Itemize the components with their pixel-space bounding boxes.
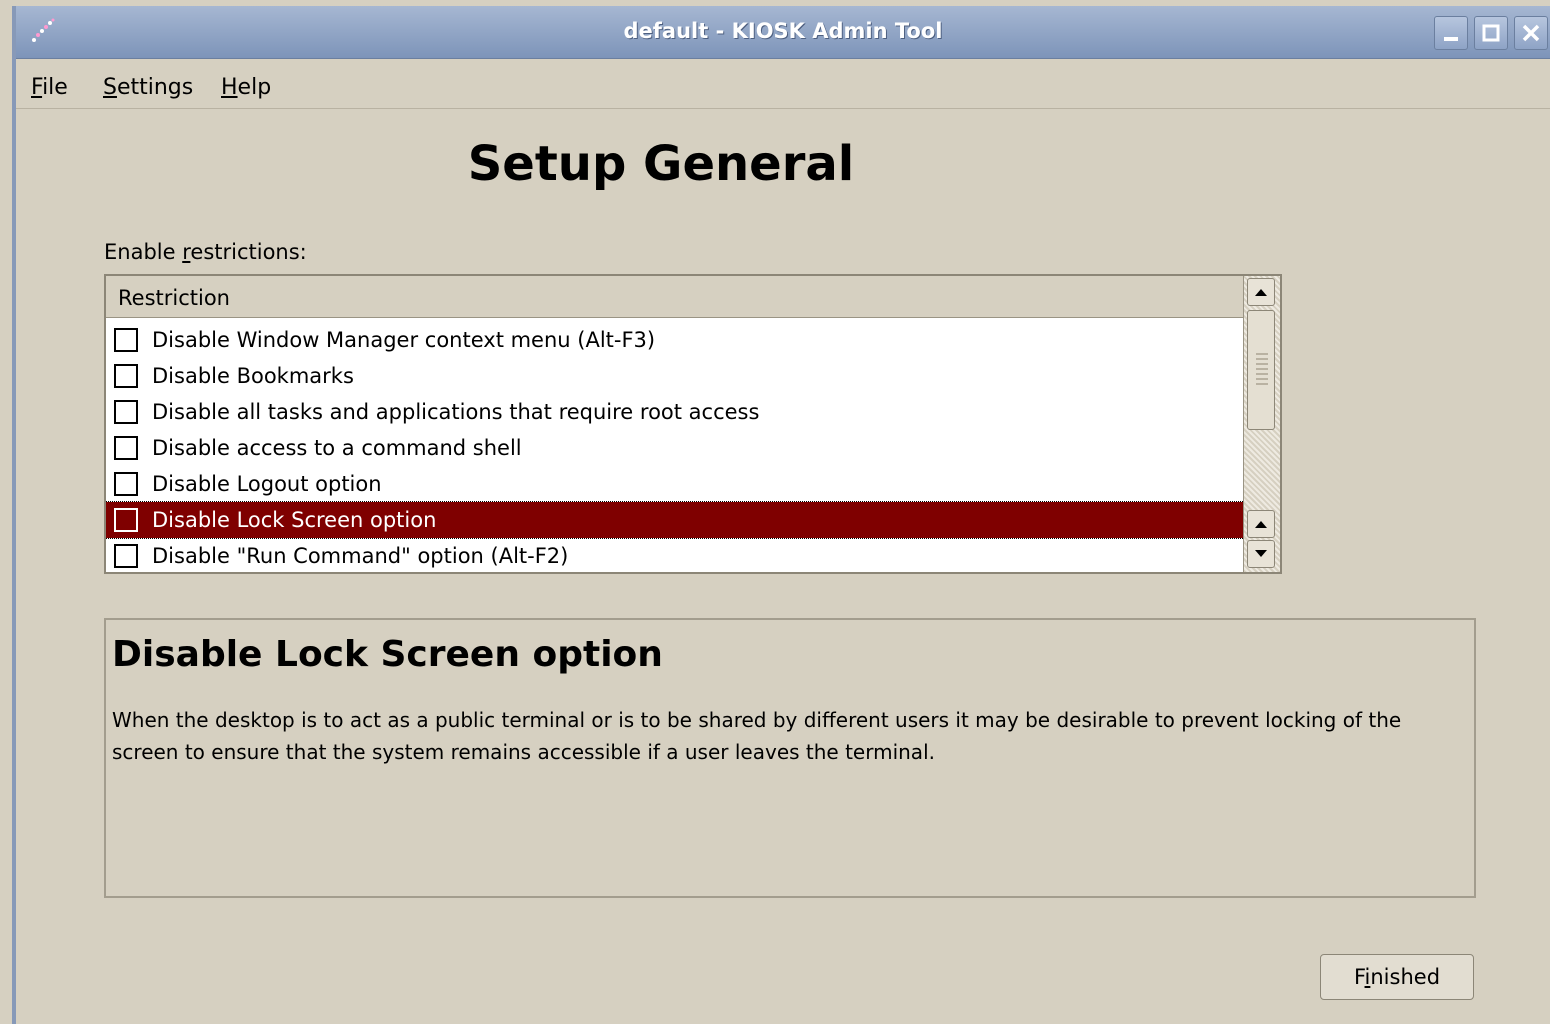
menu-file-mnemonic: F — [31, 75, 43, 100]
description-title: Disable Lock Screen option — [112, 634, 663, 675]
window-title: default - KIOSK Admin Tool — [623, 19, 943, 43]
menu-bar: File Settings Help — [16, 62, 1550, 109]
page-title: Setup General — [467, 136, 855, 192]
row-checkbox[interactable] — [114, 328, 138, 352]
vertical-scrollbar[interactable] — [1243, 276, 1280, 572]
list-item[interactable]: Disable Window Manager context menu (Alt… — [106, 322, 1244, 358]
arrow-up-icon — [1255, 289, 1267, 296]
restrictions-label-pre: Enable — [104, 240, 183, 264]
row-label: Disable Bookmarks — [152, 364, 354, 388]
row-label: Disable all tasks and applications that … — [152, 400, 760, 424]
row-checkbox[interactable] — [114, 508, 138, 532]
arrow-up-icon — [1255, 521, 1267, 528]
description-panel: Disable Lock Screen option When the desk… — [104, 618, 1476, 898]
app-window: default - KIOSK Admin Tool File Settings… — [12, 6, 1550, 1024]
row-checkbox[interactable] — [114, 544, 138, 568]
column-header-restriction[interactable]: Restriction — [106, 276, 1244, 318]
finished-label-post: nished — [1370, 965, 1441, 989]
row-checkbox[interactable] — [114, 472, 138, 496]
restrictions-label-post: estrictions: — [190, 240, 307, 264]
maximize-icon — [1482, 24, 1500, 42]
menu-help-mnemonic: H — [221, 75, 238, 100]
row-label: Disable Lock Screen option — [152, 508, 437, 532]
column-header-label: Restriction — [118, 286, 230, 310]
list-item[interactable]: Disable "Run Command" option (Alt-F2) — [106, 538, 1244, 572]
menu-help-label: elp — [237, 75, 272, 100]
list-item[interactable]: Disable access to a command shell — [106, 430, 1244, 466]
list-rows: Disable Window Manager context menu (Alt… — [106, 322, 1245, 572]
list-item-selected[interactable]: Disable Lock Screen option — [106, 501, 1245, 539]
restrictions-label: Enable restrictions: — [104, 240, 307, 264]
finished-label-pre: F — [1353, 965, 1365, 989]
grip-icon — [1256, 353, 1268, 387]
row-label: Disable "Run Command" option (Alt-F2) — [152, 544, 569, 568]
menu-file[interactable]: File — [31, 75, 68, 100]
row-checkbox[interactable] — [114, 436, 138, 460]
menu-help[interactable]: Help — [221, 75, 271, 100]
row-label: Disable access to a command shell — [152, 436, 522, 460]
row-label: Disable Logout option — [152, 472, 382, 496]
scroll-up-button-top[interactable] — [1247, 278, 1275, 306]
list-item[interactable]: Disable all tasks and applications that … — [106, 394, 1244, 430]
menu-file-label: ile — [42, 75, 68, 100]
maximize-button[interactable] — [1474, 16, 1508, 50]
row-checkbox[interactable] — [114, 364, 138, 388]
menu-settings-mnemonic: S — [103, 75, 117, 100]
description-text: When the desktop is to act as a public t… — [112, 708, 1402, 764]
list-item[interactable]: Disable Bookmarks — [106, 358, 1244, 394]
row-label: Disable Window Manager context menu (Alt… — [152, 328, 656, 352]
close-icon — [1522, 24, 1540, 42]
title-bar[interactable]: default - KIOSK Admin Tool — [16, 6, 1550, 59]
minimize-button[interactable] — [1434, 16, 1468, 50]
scroll-down-button[interactable] — [1247, 540, 1275, 568]
restrictions-list[interactable]: Restriction Disable Window Manager conte… — [104, 274, 1282, 574]
finished-button[interactable]: Finished — [1320, 954, 1474, 1000]
scrollbar-thumb[interactable] — [1247, 310, 1275, 430]
arrow-down-icon — [1255, 550, 1267, 557]
menu-settings[interactable]: Settings — [103, 75, 193, 100]
minimize-icon — [1444, 37, 1458, 41]
scroll-up-button[interactable] — [1247, 510, 1275, 538]
close-button[interactable] — [1514, 16, 1548, 50]
list-item[interactable]: Disable Logout option — [106, 466, 1244, 502]
row-checkbox[interactable] — [114, 400, 138, 424]
menu-settings-label: ettings — [116, 75, 194, 100]
